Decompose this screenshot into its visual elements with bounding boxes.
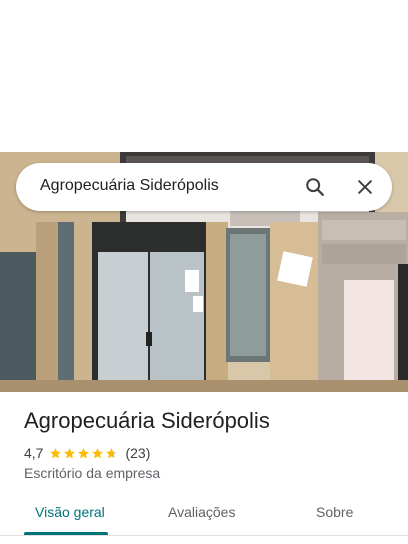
tab-bar: Visão geral Avaliações Sobre <box>0 496 408 538</box>
search-icon[interactable] <box>301 173 329 201</box>
star-icon <box>91 447 104 460</box>
review-count[interactable]: (23) <box>125 445 150 461</box>
place-category: Escritório da empresa <box>24 465 161 481</box>
star-rating <box>49 447 119 460</box>
rating-value: 4,7 <box>24 445 44 461</box>
tab-reviews[interactable]: Avaliações <box>168 504 235 520</box>
tabs-divider <box>0 535 408 536</box>
rating-row[interactable]: 4,7 (23) <box>24 444 150 462</box>
search-bar[interactable]: Agropecuária Siderópolis <box>16 163 392 211</box>
search-input[interactable]: Agropecuária Siderópolis <box>40 177 219 195</box>
star-icon <box>49 447 62 460</box>
tab-overview[interactable]: Visão geral <box>35 504 105 520</box>
star-half-icon <box>105 447 118 460</box>
close-icon[interactable] <box>351 173 379 201</box>
star-icon <box>77 447 90 460</box>
star-icon <box>63 447 76 460</box>
place-title: Agropecuária Siderópolis <box>24 408 270 433</box>
tab-about[interactable]: Sobre <box>316 504 353 520</box>
